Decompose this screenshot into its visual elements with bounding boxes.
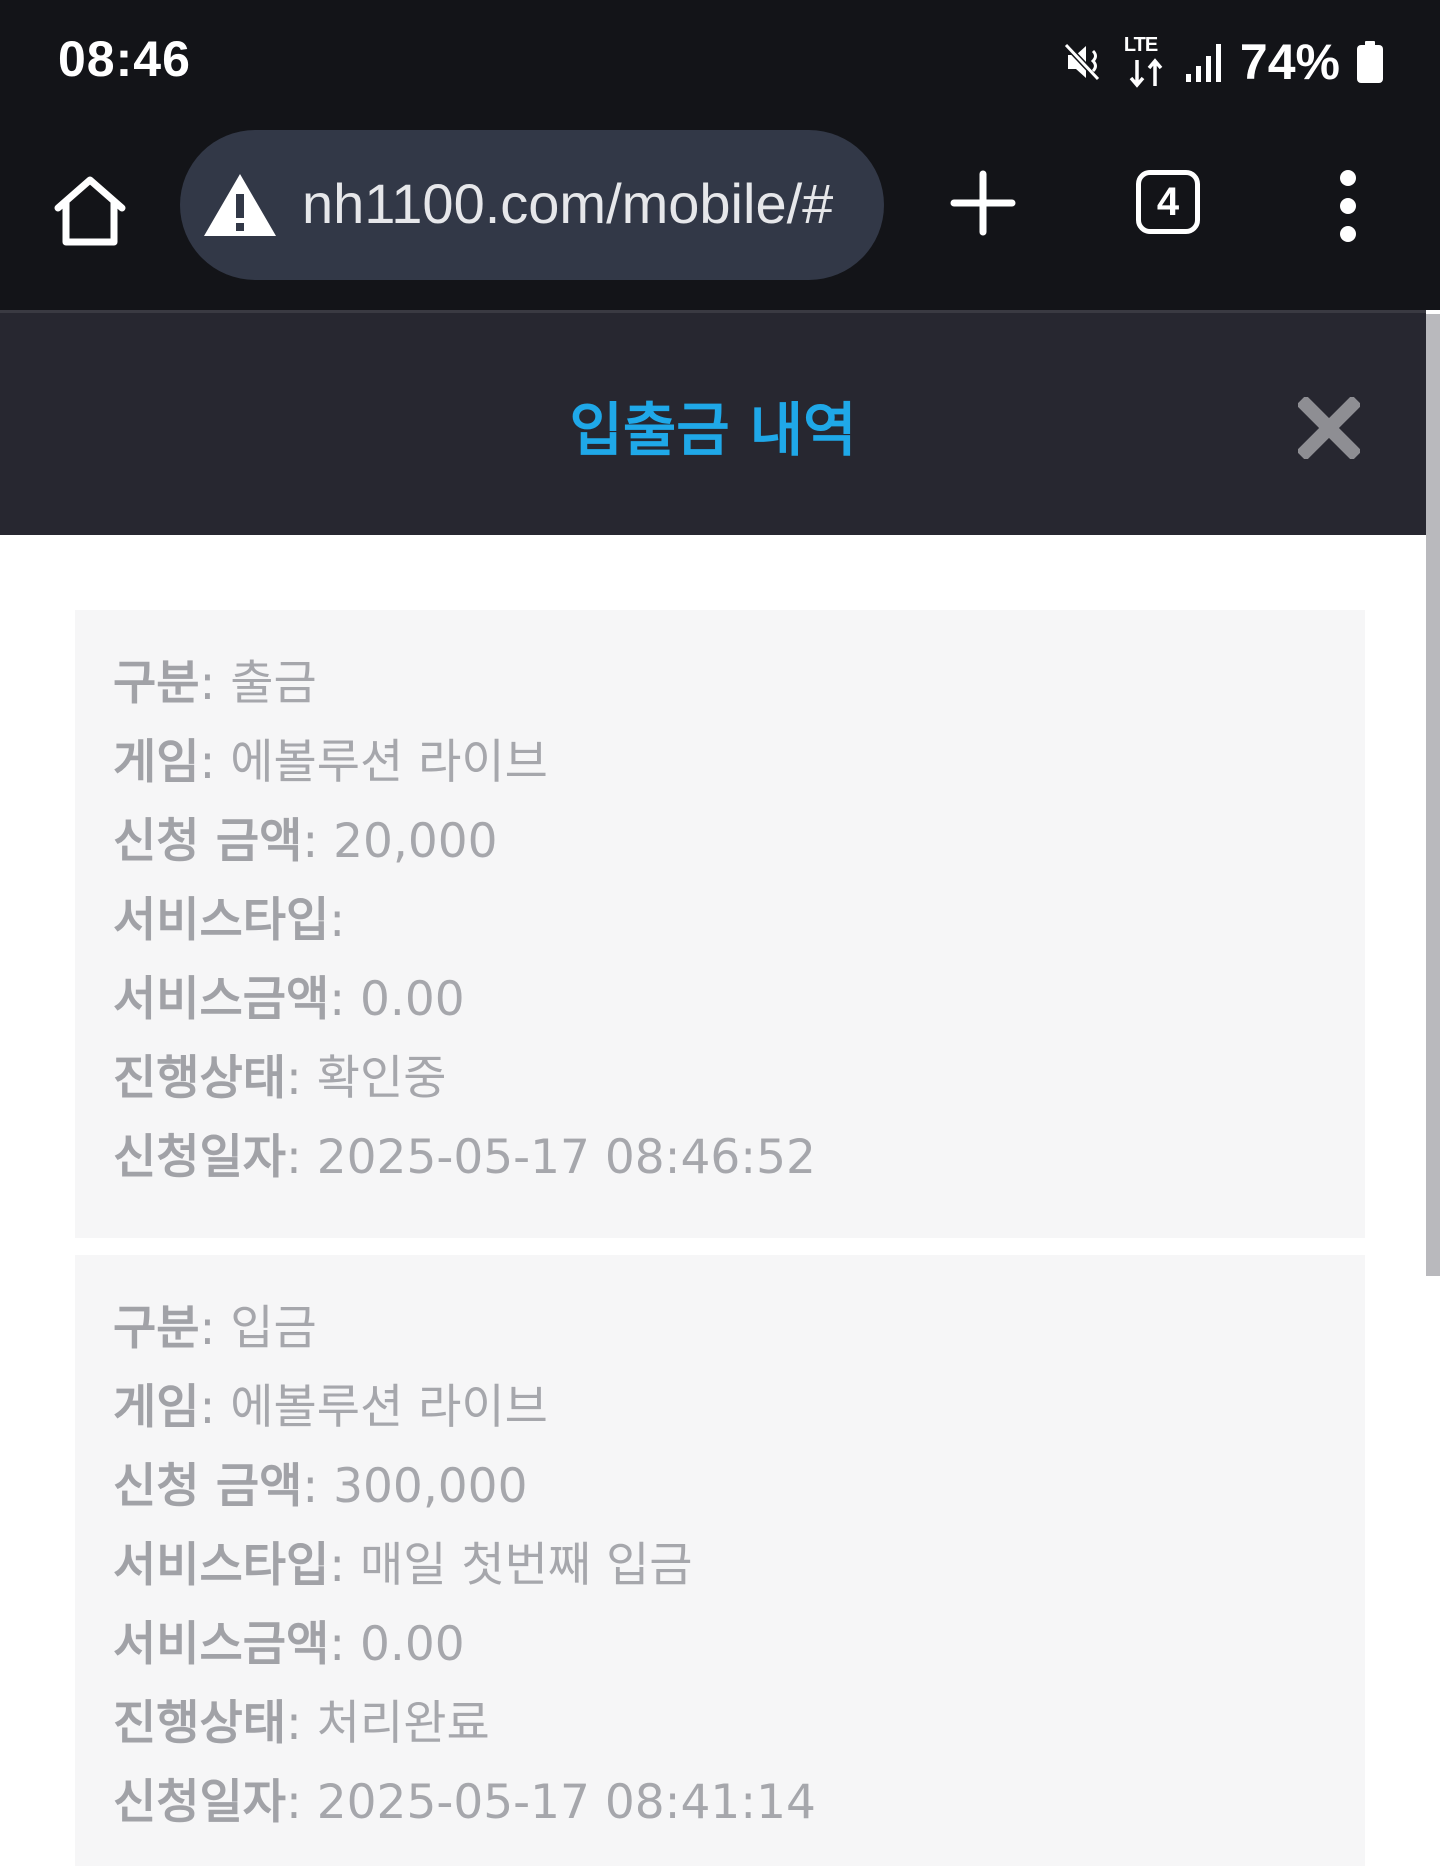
signal-icon (1185, 44, 1221, 82)
field-service-amount: 서비스금액: 0.00 (113, 1617, 465, 1672)
page-header: 입출금 내역 (0, 310, 1426, 535)
status-time: 08:46 (58, 31, 191, 87)
warning-icon[interactable] (202, 170, 278, 240)
plus-icon[interactable] (948, 168, 1018, 238)
field-date: 신청일자: 2025-05-17 08:41:14 (113, 1775, 816, 1830)
field-type: 구분: 입금 (113, 1301, 317, 1356)
battery-percent: 74% (1239, 34, 1340, 90)
url-bar[interactable]: nh1100.com/mobile/# (180, 130, 884, 280)
battery-icon (1357, 41, 1383, 83)
field-service-amount: 서비스금액: 0.00 (113, 972, 465, 1027)
more-vert-icon[interactable] (1330, 166, 1366, 246)
field-type: 구분: 출금 (113, 656, 317, 711)
field-service-type: 서비스타입: (113, 893, 346, 948)
url-text[interactable]: nh1100.com/mobile/# (302, 164, 862, 244)
lte-icon: LTE (1124, 34, 1168, 90)
tab-count: 4 (1156, 180, 1180, 224)
status-icons: LTE 74% (1062, 30, 1384, 94)
page-title: 입출금 내역 (569, 396, 857, 464)
field-date: 신청일자: 2025-05-17 08:46:52 (113, 1130, 816, 1185)
mute-icon (1063, 42, 1101, 82)
field-game: 게임: 에볼루션 라이브 (113, 735, 548, 790)
field-status: 진행상태: 확인중 (113, 1051, 447, 1106)
close-icon[interactable] (1298, 397, 1360, 459)
transaction-record: 구분: 입금 게임: 에볼루션 라이브 신청 금액: 300,000 서비스타입… (75, 1255, 1365, 1866)
transaction-record: 구분: 출금 게임: 에볼루션 라이브 신청 금액: 20,000 서비스타입:… (75, 610, 1365, 1238)
scrollbar-thumb[interactable] (1426, 314, 1440, 1276)
field-amount: 신청 금액: 20,000 (113, 814, 498, 869)
field-status: 진행상태: 처리완료 (113, 1696, 490, 1751)
network-type: LTE (1123, 34, 1158, 56)
field-service-type: 서비스타입: 매일 첫번째 입금 (113, 1538, 693, 1593)
field-amount: 신청 금액: 300,000 (113, 1459, 528, 1514)
field-game: 게임: 에볼루션 라이브 (113, 1380, 548, 1435)
status-bar: 08:46 LTE 74% (0, 0, 1440, 126)
tabs-icon[interactable]: 4 (1136, 170, 1200, 234)
home-icon[interactable] (50, 170, 130, 250)
browser-toolbar: nh1100.com/mobile/# 4 (0, 126, 1440, 310)
